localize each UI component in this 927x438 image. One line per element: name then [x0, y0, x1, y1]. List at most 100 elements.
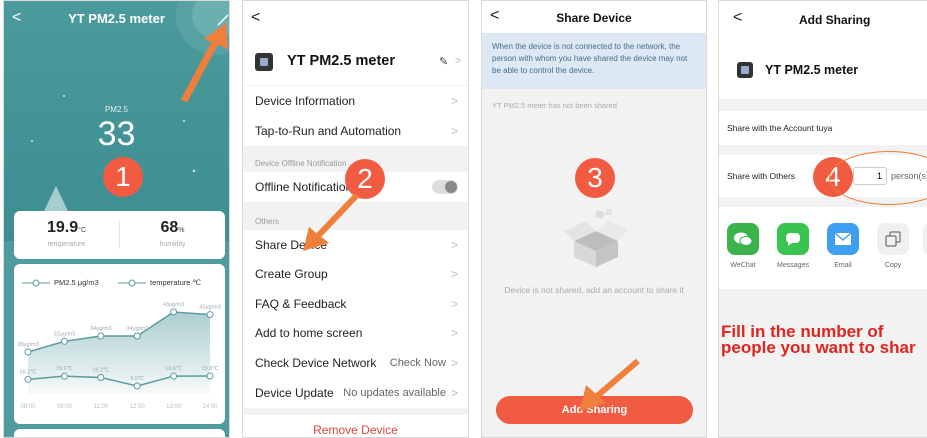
pm-point: [133, 332, 141, 340]
chart-card: PM2.5 μg/m3 temperature ℃ 28μg/m3 32μg/m3…: [14, 264, 225, 424]
email-icon: [827, 223, 859, 255]
offline-notice: When the device is not connected to the …: [482, 33, 706, 89]
humidity-value: 68: [160, 219, 179, 236]
pm-value: 33: [97, 115, 136, 153]
chevron-right-icon: >: [450, 94, 458, 108]
row-tap-to-run[interactable]: Tap-to-Run and Automation >: [243, 116, 468, 146]
x-tick-label: 12:00: [130, 404, 146, 410]
x-tick-label: 09:00: [57, 404, 73, 410]
row-faq-feedback[interactable]: FAQ & Feedback >: [243, 289, 468, 319]
page-title: Add Sharing: [799, 13, 871, 27]
x-tick-label: 08:00: [20, 404, 36, 410]
device-name: YT PM2.5 meter: [765, 63, 859, 77]
messages-icon: [777, 223, 809, 255]
pm-point: [170, 308, 178, 316]
screen-device-settings: < YT PM2.5 meter ✎ > Device Information >…: [242, 0, 469, 438]
temperature-point: [170, 372, 178, 380]
temperature-point: [206, 372, 214, 380]
chevron-right-icon: >: [450, 238, 458, 252]
arrow-pointer-icon: [180, 23, 228, 103]
x-tick-label: 11:00: [94, 404, 109, 410]
share-wechat[interactable]: WeChat: [723, 223, 763, 269]
update-status: No updates available: [343, 387, 446, 399]
chevron-right-icon[interactable]: >: [455, 55, 461, 67]
chevron-right-icon: >: [450, 386, 458, 400]
screen-share-device: < Share Device When the device is not co…: [481, 0, 707, 438]
temperature-data-label: 19.6℃: [56, 366, 74, 372]
x-tick-label: 13:00: [166, 404, 182, 410]
next-card: [14, 429, 225, 437]
screen-device-home: < YT PM2.5 meter PM2.5 33 1 19.9°C tempe…: [3, 0, 230, 438]
temperature-data-label: 9.0℃: [130, 376, 145, 382]
pm-data-label: 34μg/m3: [126, 326, 148, 332]
empty-box-icon: [564, 209, 628, 267]
screen-add-sharing: < Add Sharing YT PM2.5 meter Share with …: [718, 0, 927, 438]
chevron-right-icon: >: [450, 124, 458, 138]
edit-name-icon[interactable]: ✎: [439, 55, 448, 68]
readings-card: 19.9°C temperature 68% humidity: [14, 211, 225, 259]
empty-state-text: Device is not shared, add an account to …: [504, 285, 684, 295]
chevron-right-icon: >: [450, 326, 458, 340]
temperature-data-label: 18.2℃: [92, 367, 110, 373]
page-title: Share Device: [556, 11, 632, 25]
device-thumbnail-icon: [255, 53, 273, 71]
share-email[interactable]: Email: [823, 223, 863, 269]
remove-device-button[interactable]: Remove Device: [243, 415, 468, 437]
temperature-point: [60, 372, 68, 380]
share-with-account-row[interactable]: Share with the Account tuya: [719, 111, 927, 145]
pm-data-label: 32μg/m3: [54, 331, 76, 337]
check-now-link[interactable]: Check Now: [390, 357, 446, 369]
temperature-point: [24, 375, 32, 383]
pm-point: [97, 332, 105, 340]
row-create-group[interactable]: Create Group >: [243, 259, 468, 289]
pm-label: PM2.5: [104, 105, 129, 114]
instruction-line-2: people you want to shar: [721, 338, 916, 357]
section-label: Device Offline Notification: [255, 159, 347, 168]
arrow-pointer-icon: [580, 358, 640, 411]
temperature-data-label: 16.2℃: [20, 369, 38, 375]
chevron-right-icon: >: [450, 267, 458, 281]
pm-temperature-chart: 28μg/m3 32μg/m3 34μg/m3 34μg/m3 43μg/m3 42μg/…: [17, 302, 221, 410]
temperature-value: 19.9: [47, 219, 79, 236]
pm-data-label: 42μg/m3: [199, 305, 221, 311]
chevron-right-icon: >: [450, 356, 458, 370]
humidity-unit: %: [178, 227, 185, 234]
device-thumbnail-icon: [737, 62, 753, 78]
row-add-home-screen[interactable]: Add to home screen >: [243, 318, 468, 348]
back-icon[interactable]: <: [733, 9, 742, 27]
pm-data-label: 28μg/m3: [17, 342, 39, 348]
legend-temperature-marker: [118, 279, 146, 287]
section-label: Others: [255, 217, 280, 226]
temperature-point: [97, 373, 105, 381]
legend-pm: PM2.5 μg/m3: [54, 278, 99, 287]
chevron-right-icon: >: [450, 297, 458, 311]
pm-data-label: 34μg/m3: [90, 326, 112, 332]
temperature-data-label: 19.6℃: [165, 366, 183, 372]
row-check-network[interactable]: Check Device Network Check Now >: [243, 348, 468, 378]
temperature-point: [133, 382, 141, 390]
offline-notification-toggle[interactable]: [432, 180, 458, 194]
legend-temperature: temperature ℃: [150, 278, 201, 287]
pm-data-label: 43μg/m3: [163, 302, 185, 308]
pm-point: [60, 337, 68, 345]
temperature-data-label: 19.8℃: [202, 366, 220, 372]
not-shared-text: YT PM2.5 meter has not been shared: [492, 101, 617, 110]
x-tick-label: 14:00: [202, 404, 218, 410]
copy-icon: [877, 223, 909, 255]
share-messages[interactable]: Messages: [773, 223, 813, 269]
share-copy[interactable]: Copy: [873, 223, 913, 269]
humidity-label: humidity: [159, 241, 186, 248]
step-3-badge: 3: [575, 158, 615, 198]
device-name: YT PM2.5 meter: [287, 53, 395, 69]
step-1-badge: 1: [103, 157, 143, 197]
row-device-update[interactable]: Device Update No updates available >: [243, 378, 468, 408]
temperature-unit: °C: [78, 227, 86, 234]
more-share-icon[interactable]: [923, 223, 927, 255]
arrow-pointer-icon: [303, 192, 360, 251]
wechat-icon: [727, 223, 759, 255]
pm-point: [24, 348, 32, 356]
row-device-information[interactable]: Device Information >: [243, 86, 468, 116]
pm-point: [206, 311, 214, 319]
back-icon[interactable]: <: [251, 9, 260, 27]
temperature-label: temperature: [47, 241, 86, 248]
